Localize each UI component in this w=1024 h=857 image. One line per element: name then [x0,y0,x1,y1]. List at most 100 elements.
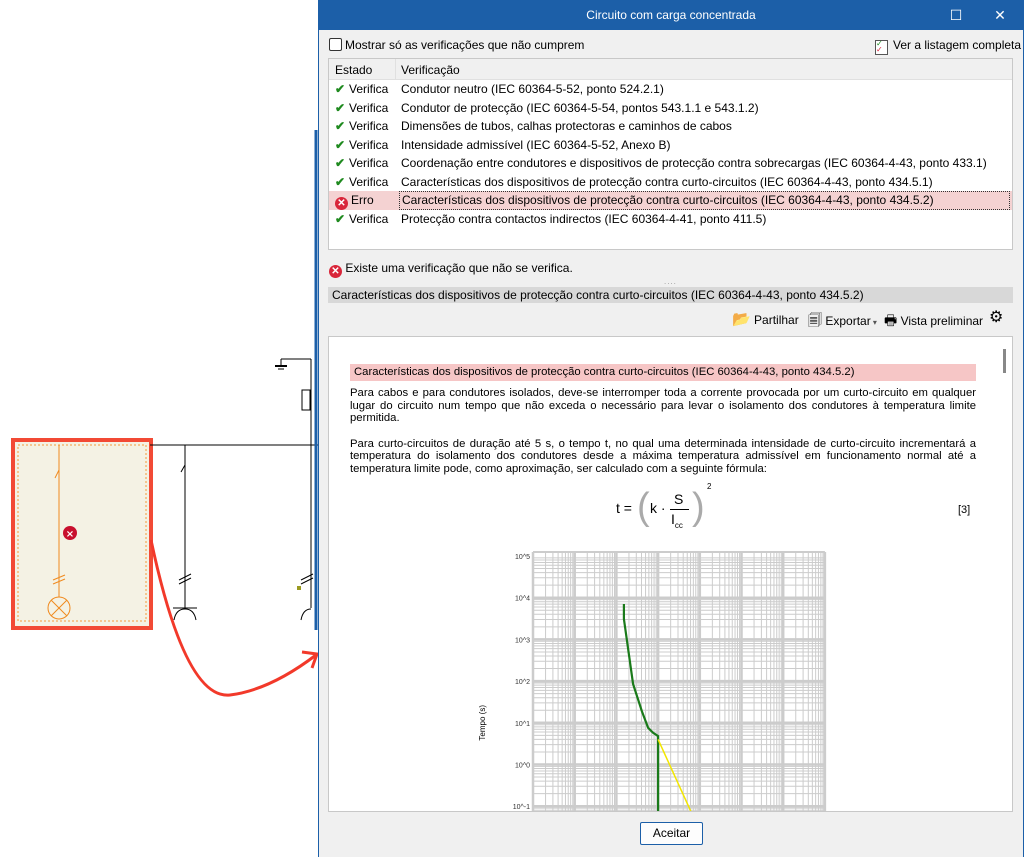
y-tick-label: 10^5 [515,554,530,561]
dialog-footer: Aceitar [319,812,1023,857]
status-message: ✕ Existe uma verificação que não se veri… [329,261,573,278]
formula: t = ( k · S Icc ) 2 [3] [616,482,971,530]
y-tick-label: 10^3 [515,637,530,644]
status-text: Erro [351,193,374,207]
y-tick-label: 10^0 [515,763,530,770]
error-icon: ✕ [329,265,342,278]
report-heading: Características dos dispositivos de prot… [350,364,976,381]
check-icon: ✔ [335,119,346,133]
scrollbar-thumb[interactable] [1003,349,1006,373]
settings-gear-icon[interactable]: ⚙ [989,307,1003,327]
preview-button[interactable]: 🖶 Vista preliminar [884,310,983,334]
share-button[interactable]: 📂 Partilhar [732,310,799,328]
status-text: Verifica [349,156,389,170]
verification-text: Características dos dispositivos de prot… [399,191,1010,210]
verification-text: Condutor neutro (IEC 60364-5-52, ponto 5… [401,82,664,96]
table-row[interactable]: ✔ Verifica Características dos dispositivo… [329,173,1012,192]
verification-text: Coordenação entre condutores e dispositi… [401,156,987,170]
check-icon: ✔ [335,82,346,96]
status-cell: ✔ Verifica [335,136,388,155]
title-bar: Circuito com carga concentrada ☐ ✕ [319,0,1023,30]
status-cell: ✔ Verifica [335,154,388,173]
report-paragraph-1: Para cabos e para condutores isolados, d… [350,387,976,424]
share-icon: 📂 [732,311,751,328]
export-button[interactable]: 🗐 Exportar ▾ [808,310,877,334]
accept-button[interactable]: Aceitar [640,822,703,845]
formula-reference: [3] [958,504,971,516]
table-row[interactable]: ✔ Verifica Protecção contra contactos indi… [329,210,1012,229]
y-tick-label: 10^-1 [513,804,530,811]
formula-lhs: t = [616,500,632,516]
printer-icon: 🖶 [884,312,898,328]
full-list-link-label: Ver a listagem completa [893,38,1022,52]
filter-checkbox-label: Mostrar só as verificações que não cumpr… [345,38,585,52]
export-label: Exportar [825,314,871,328]
checklist-icon: ✓ ✓ [875,40,888,55]
status-text: Verifica [349,137,389,152]
status-message-text: Existe uma verificação que não se verifi… [345,261,573,275]
verification-text: Dimensões de tubos, calhas protectoras e… [401,119,732,133]
verification-text: Intensidade admissível (IEC 60364-5-52, … [401,137,671,152]
checkbox-box[interactable] [329,38,342,51]
y-axis-label: Tempo (s) [478,705,487,741]
formula-subscript: cc [674,520,683,530]
circuit-schematic: × [11,130,318,697]
check-icon: ✔ [335,100,346,115]
error-icon: ✕ [335,197,348,210]
selected-circuit-highlight[interactable] [11,438,153,630]
ground-icon [275,359,287,370]
column-header-verificacao[interactable]: Verificação [401,63,460,77]
check-icon: ✔ [335,211,346,226]
y-tick-label: 10^4 [515,596,530,603]
y-tick-label: 10^2 [515,679,530,686]
verification-table: Estado Verificação ✔ Verifica Condutor neu… [328,58,1013,250]
report-view: Características dos dispositivos de prot… [328,336,1013,812]
status-text: Verifica [349,100,389,115]
status-text: Verifica [349,211,389,226]
status-cell: ✔ Verifica [335,99,388,118]
maximize-icon[interactable]: ☐ [941,4,971,26]
table-header: Estado Verificação [329,59,1012,80]
check-icon: ✔ [335,156,346,170]
verification-text: Características dos dispositivos de prot… [401,174,933,189]
status-cell: ✔ Verifica [335,173,388,192]
status-cell: ✔ Verifica [335,117,388,136]
formula-numerator: S [674,491,684,507]
callout-arrow [149,539,317,697]
formula-exponent: 2 [707,482,712,491]
close-icon[interactable]: ✕ [985,4,1015,26]
status-text: Verifica [349,82,389,96]
y-tick-label: 10^1 [515,721,530,728]
table-row[interactable]: ✔ Verifica Intensidade admissível (IEC 603… [329,136,1012,155]
trip-curve-chart: 10^5 10^4 10^3 10^2 10^1 10^0 10^-1 Tempo (s) [478,551,827,811]
dialog-window: Circuito com carga concentrada ☐ ✕ Mostr… [318,0,1024,857]
error-icon: × [63,526,77,540]
table-row[interactable]: ✔ Verifica Condutor neutro (IEC 60364-5-52… [329,80,1012,99]
window-title: Circuito com carga concentrada [586,8,756,22]
status-cell: ✔ Verifica [335,80,388,99]
check-icon: ✔ [335,174,346,189]
section-title: Características dos dispositivos de prot… [328,287,1013,303]
share-label: Partilhar [754,313,799,327]
status-cell: ✕ Erro [335,191,374,210]
check-icon: ✔ [335,137,346,152]
splitter-handle[interactable]: .... [664,277,677,286]
svg-text:×: × [66,529,74,540]
status-cell: ✔ Verifica [335,210,388,229]
table-row[interactable]: ✕ Erro Características dos dispositivos de… [329,191,1012,210]
report-paragraph-2: Para curto-circuitos de duração até 5 s,… [350,437,976,475]
preview-label: Vista preliminar [900,314,984,328]
formula-k: k · [650,500,666,516]
table-row[interactable]: ✔ Verifica Condutor de protecção (IEC 6036… [329,99,1012,118]
full-list-link[interactable]: ✓ ✓ Ver a listagem completa [875,38,1021,55]
verification-text: Condutor de protecção (IEC 60364-5-54, p… [401,100,759,115]
filter-checkbox[interactable]: Mostrar só as verificações que não cumpr… [329,38,584,52]
status-text: Verifica [349,174,389,189]
table-row[interactable]: ✔ Verifica Dimensões de tubos, calhas prot… [329,117,1012,136]
verification-text: Protecção contra contactos indirectos (I… [401,211,767,226]
status-text: Verifica [349,119,389,133]
export-icon: 🗐 [808,312,822,328]
column-header-estado[interactable]: Estado [335,63,372,77]
table-row[interactable]: ✔ Verifica Coordenação entre condutores e … [329,154,1012,173]
dropdown-arrow-icon: ▾ [870,318,877,327]
